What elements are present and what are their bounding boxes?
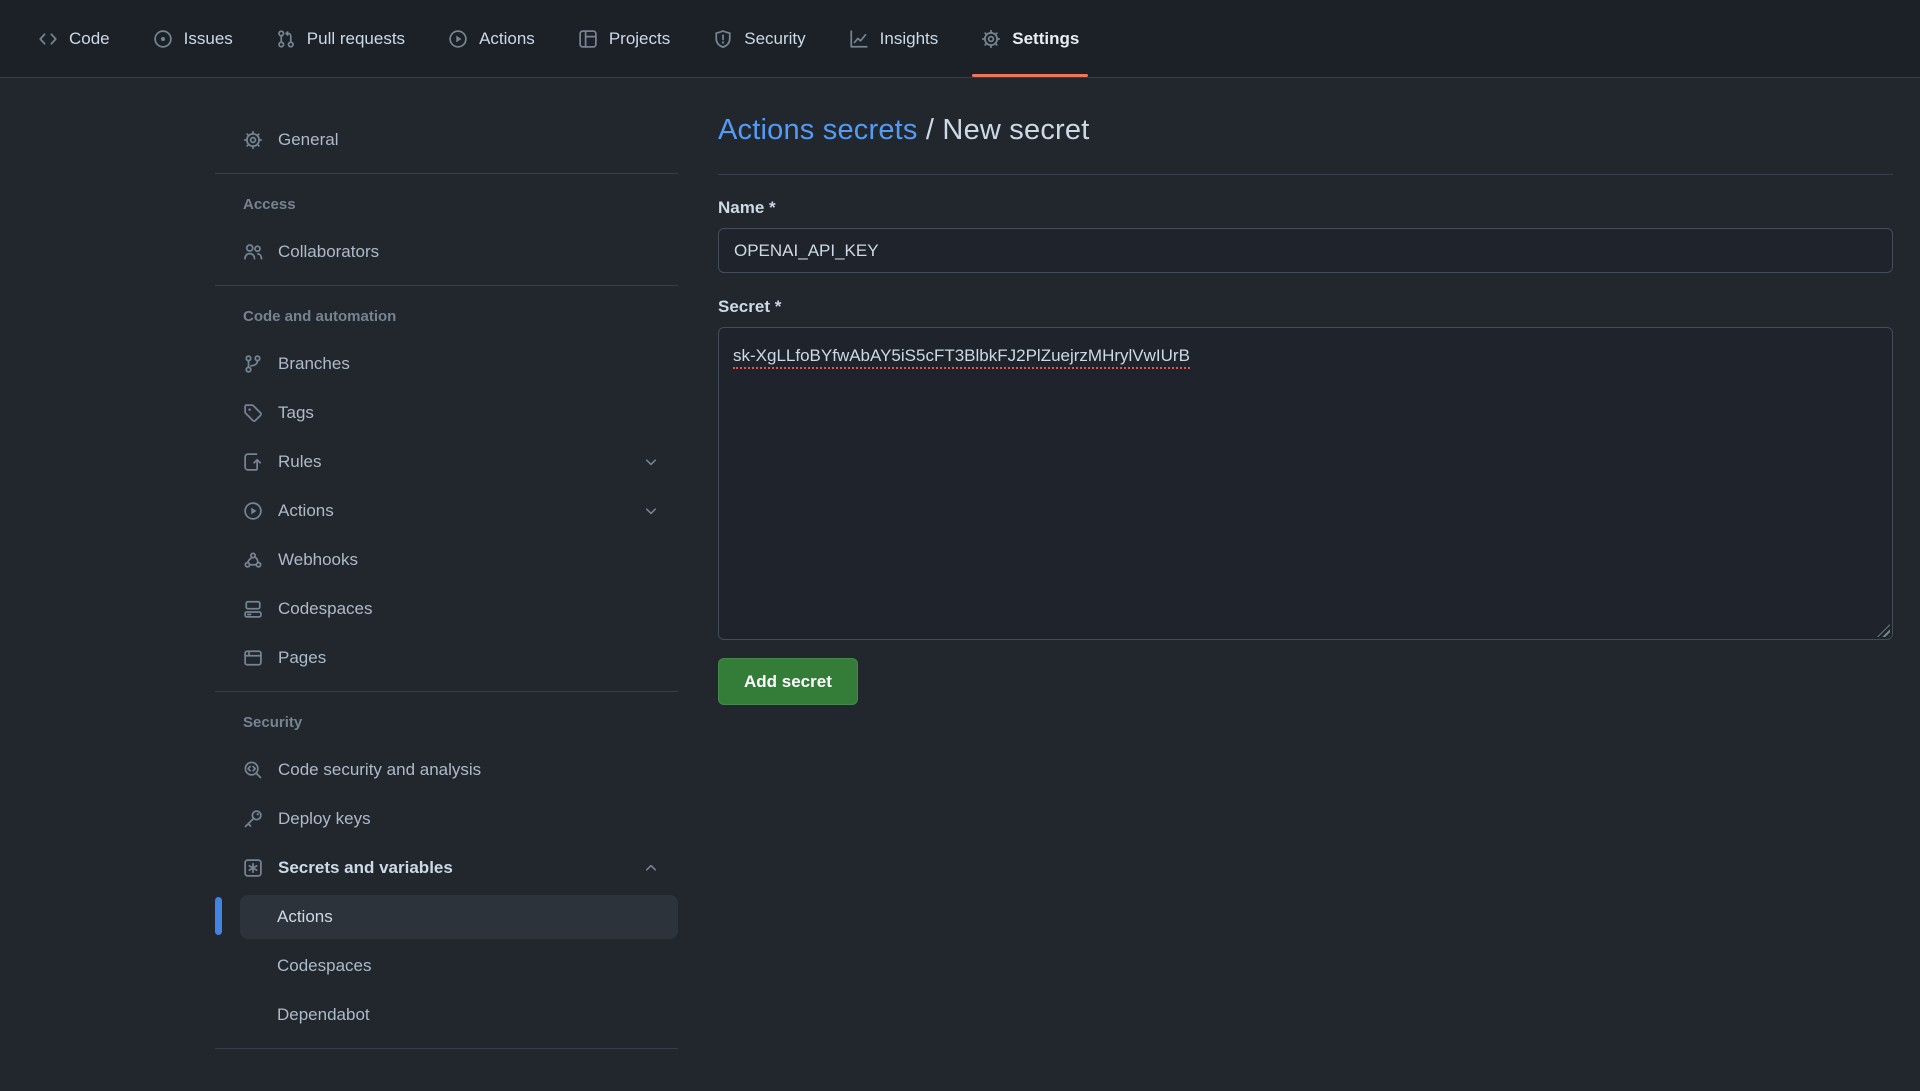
sidebar-section: Access Collaborators: [215, 174, 678, 286]
secret-value-text: sk-XgLLfoBYfwAbAY5iS5cFT3BlbkFJ2PlZuejrz…: [733, 346, 1190, 369]
nav-tab-security[interactable]: Security: [702, 0, 816, 77]
chevron-down-icon: [642, 502, 660, 520]
sidebar-item-label: Tags: [278, 403, 314, 423]
sidebar-section: General: [215, 108, 678, 174]
sidebar-item-label: Actions: [277, 907, 333, 927]
nav-tab-label: Settings: [1012, 29, 1079, 49]
gear-icon: [981, 29, 1001, 49]
nav-tab-label: Pull requests: [307, 29, 405, 49]
sidebar-item-label: Branches: [278, 354, 350, 374]
pull-request-icon: [276, 29, 296, 49]
sidebar-item-label: Rules: [278, 452, 321, 472]
codescan-icon: [243, 760, 263, 780]
codespaces-icon: [243, 599, 263, 619]
issue-icon: [153, 29, 173, 49]
sidebar-item-actions[interactable]: Actions: [215, 486, 678, 535]
repo-nav: Code Issues Pull requests Actions Projects Se…: [0, 0, 1920, 78]
sidebar-item-label: Code security and analysis: [278, 760, 481, 780]
sidebar-item-label: Secrets and variables: [278, 858, 453, 878]
chevron-down-icon: [642, 453, 660, 471]
sidebar-item-general[interactable]: General: [215, 115, 678, 164]
nav-tab-actions[interactable]: Actions: [437, 0, 546, 77]
actions-secrets-link[interactable]: Actions secrets: [718, 114, 918, 146]
sidebar-item-tags[interactable]: Tags: [215, 388, 678, 437]
sidebar-item-branches[interactable]: Branches: [215, 339, 678, 388]
sidebar-item-label: Dependabot: [277, 1005, 370, 1025]
breadcrumb-separator: /: [918, 114, 943, 146]
sidebar-item-collaborators[interactable]: Collaborators: [215, 227, 678, 276]
sidebar-section: Code and automation Branches Tags Rules Acti…: [215, 286, 678, 692]
sidebar-item-label: Webhooks: [278, 550, 358, 570]
nav-tab-issues[interactable]: Issues: [142, 0, 244, 77]
browser-icon: [243, 648, 263, 668]
sidebar-section-header-code-and-automation: Code and automation: [215, 293, 678, 339]
nav-tab-label: Projects: [609, 29, 670, 49]
people-icon: [243, 242, 263, 262]
settings-sidebar: General Access Collaborators Code and autom…: [215, 78, 678, 1049]
secret-value-textarea[interactable]: sk-XgLLfoBYfwAbAY5iS5cFT3BlbkFJ2PlZuejrz…: [718, 327, 1893, 640]
nav-tab-label: Actions: [479, 29, 535, 49]
table-icon: [578, 29, 598, 49]
sidebar-subitem-box: Actions: [240, 895, 678, 939]
sidebar-item-pages[interactable]: Pages: [215, 633, 678, 682]
sidebar-item-label: Actions: [278, 501, 334, 521]
sidebar-item-label: Codespaces: [277, 956, 372, 976]
webhook-icon: [243, 550, 263, 570]
sidebar-item-label: Collaborators: [278, 242, 379, 262]
secret-label: Secret *: [718, 297, 1893, 317]
play-icon: [448, 29, 468, 49]
page-title: Actions secrets / New secret: [718, 114, 1893, 147]
sidebar-item-label: General: [278, 130, 338, 150]
nav-tab-pull-requests[interactable]: Pull requests: [265, 0, 416, 77]
sidebar-subitem-box: Codespaces: [240, 944, 678, 988]
nav-tab-label: Issues: [184, 29, 233, 49]
tag-icon: [243, 403, 263, 423]
settings-content: Actions secrets / New secret Name * Secr…: [718, 78, 1893, 705]
sidebar-item-code-security-and-analysis[interactable]: Code security and analysis: [215, 745, 678, 794]
sidebar-item-secrets-and-variables[interactable]: Secrets and variables: [215, 843, 678, 892]
divider: [718, 174, 1893, 175]
key-icon: [243, 809, 263, 829]
name-label: Name *: [718, 198, 1893, 218]
sidebar-section-header-security: Security: [215, 699, 678, 745]
nav-tab-label: Code: [69, 29, 110, 49]
add-secret-button[interactable]: Add secret: [718, 658, 858, 705]
secrets-icon: [243, 858, 263, 878]
sidebar-item-label: Codespaces: [278, 599, 373, 619]
sidebar-section: Security Code security and analysis Deploy…: [215, 692, 678, 1049]
active-tab-underline: [972, 74, 1088, 77]
play-icon: [243, 501, 263, 521]
sidebar-item-label: Pages: [278, 648, 326, 668]
sidebar-item-codespaces[interactable]: Codespaces: [215, 584, 678, 633]
resize-grip-icon[interactable]: [1877, 624, 1890, 637]
graph-icon: [849, 29, 869, 49]
sidebar-subitem-codespaces[interactable]: Codespaces: [215, 941, 678, 990]
nav-tab-label: Security: [744, 29, 805, 49]
breadcrumb-current: New secret: [942, 114, 1089, 146]
sidebar-item-rules[interactable]: Rules: [215, 437, 678, 486]
settings-layout: General Access Collaborators Code and autom…: [0, 78, 1920, 1049]
nav-tab-code[interactable]: Code: [27, 0, 121, 77]
sidebar-item-label: Deploy keys: [278, 809, 371, 829]
sidebar-section-header-access: Access: [215, 181, 678, 227]
secret-name-input[interactable]: [718, 228, 1893, 273]
rules-icon: [243, 452, 263, 472]
code-icon: [38, 29, 58, 49]
sidebar-subitem-actions[interactable]: Actions: [215, 892, 678, 941]
shield-icon: [713, 29, 733, 49]
nav-tab-label: Insights: [880, 29, 939, 49]
nav-tab-settings[interactable]: Settings: [970, 0, 1090, 77]
chevron-up-icon: [642, 859, 660, 877]
gear-icon: [243, 130, 263, 150]
sidebar-item-deploy-keys[interactable]: Deploy keys: [215, 794, 678, 843]
nav-tab-insights[interactable]: Insights: [838, 0, 950, 77]
sidebar-subitem-dependabot[interactable]: Dependabot: [215, 990, 678, 1039]
branch-icon: [243, 354, 263, 374]
nav-tab-projects[interactable]: Projects: [567, 0, 681, 77]
sidebar-item-webhooks[interactable]: Webhooks: [215, 535, 678, 584]
sidebar-subitem-box: Dependabot: [240, 993, 678, 1037]
